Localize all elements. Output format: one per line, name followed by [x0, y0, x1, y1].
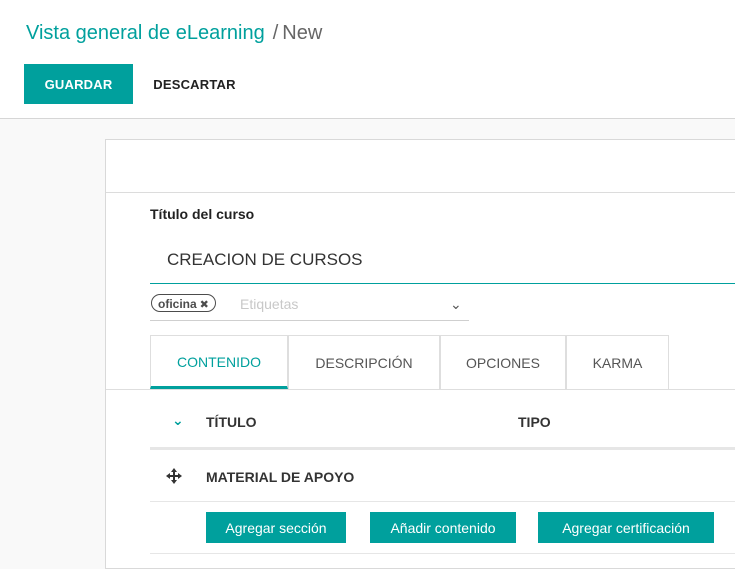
discard-button[interactable]: DESCARTAR [134, 64, 255, 104]
tab-contenido[interactable]: CONTENIDO [150, 335, 288, 389]
control-panel: Vista general de eLearning / New GUARDAR D… [0, 0, 735, 119]
tab-descripcion[interactable]: DESCRIPCIÓN [288, 335, 440, 389]
tab-opciones[interactable]: OPCIONES [440, 335, 566, 389]
course-title-label: Título del curso [150, 206, 255, 222]
chevron-down-icon[interactable]: ⌄ [450, 295, 462, 313]
chevron-down-icon[interactable]: ⌄ [172, 412, 184, 428]
save-button[interactable]: GUARDAR [24, 64, 133, 104]
add-certification-button[interactable]: Agregar certificación [538, 512, 714, 543]
tag-label: oficina [158, 297, 197, 311]
tag-badge: oficina ✖ [151, 294, 216, 312]
tags-field[interactable]: oficina ✖ Etiquetas ⌄ [150, 291, 469, 321]
add-content-button[interactable]: Añadir contenido [370, 512, 516, 543]
tab-karma[interactable]: KARMA [566, 335, 669, 389]
course-title-input[interactable] [150, 236, 735, 284]
column-header-type[interactable]: TIPO [518, 414, 551, 430]
tags-placeholder[interactable]: Etiquetas [240, 295, 298, 313]
breadcrumb: Vista general de eLearning / New [26, 20, 322, 46]
content-table-header: ⌄ TÍTULO TIPO [150, 390, 735, 450]
section-title: MATERIAL DE APOYO [206, 469, 355, 485]
breadcrumb-parent-link[interactable]: Vista general de eLearning [26, 22, 265, 44]
times-icon[interactable]: ✖ [200, 299, 209, 311]
add-section-button[interactable]: Agregar sección [206, 512, 346, 543]
table-row[interactable]: MATERIAL DE APOYO [150, 451, 735, 502]
breadcrumb-separator: / [272, 22, 279, 44]
move-icon[interactable] [166, 468, 182, 484]
breadcrumb-current: New [282, 22, 323, 44]
form-sheet: Título del curso oficina✖ Etiquetas ⌄ CO… [105, 139, 735, 569]
statusbar-divider [106, 192, 735, 193]
column-header-title[interactable]: TÍTULO [206, 414, 257, 430]
